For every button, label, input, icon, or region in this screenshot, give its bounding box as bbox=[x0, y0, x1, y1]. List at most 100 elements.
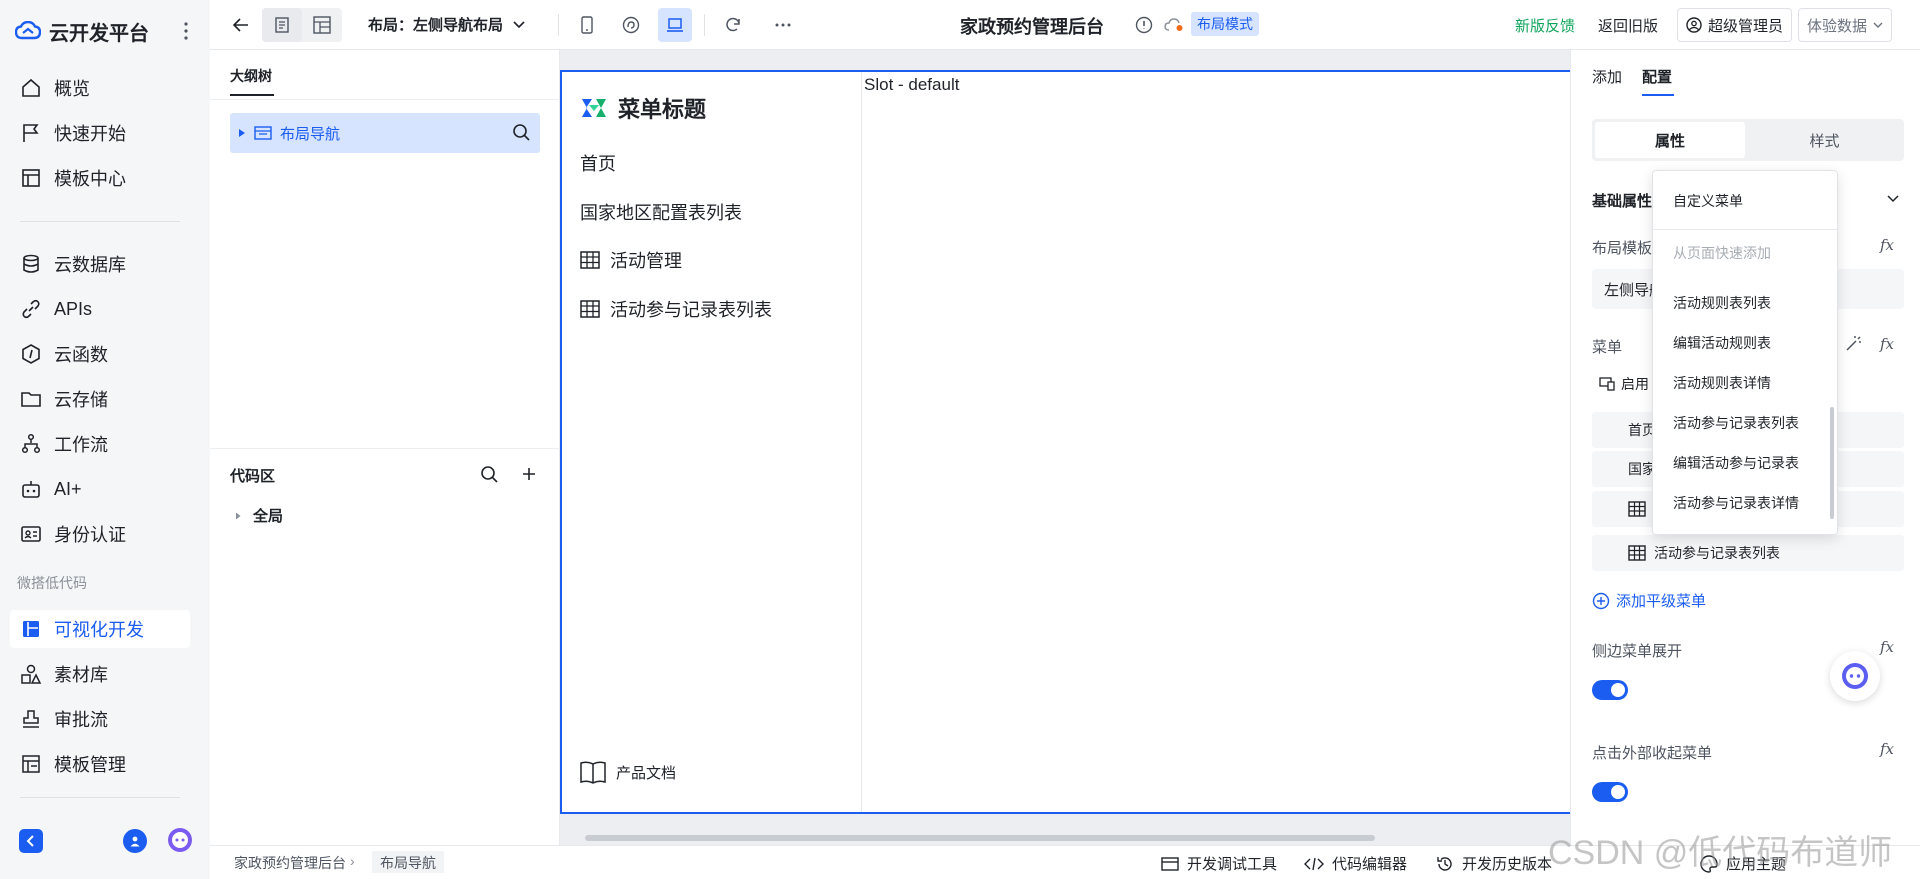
tool-label: 代码编辑器 bbox=[1332, 856, 1408, 873]
assistant-icon bbox=[1842, 663, 1868, 689]
app-info-button[interactable] bbox=[1127, 8, 1161, 42]
horizontal-scrollbar[interactable] bbox=[585, 835, 1375, 841]
miniprogram-preview-button[interactable] bbox=[614, 8, 648, 42]
breadcrumb-component[interactable]: 布局导航 bbox=[372, 851, 444, 873]
tab-config[interactable]: 配置 bbox=[1642, 66, 1672, 87]
fx-icon[interactable]: fx bbox=[1880, 236, 1894, 254]
more-button[interactable] bbox=[766, 8, 800, 42]
dropdown-item-custom-menu[interactable]: 自定义菜单 bbox=[1673, 191, 1743, 211]
code-editor-button[interactable]: 代码编辑器 bbox=[1304, 853, 1407, 874]
chevron-down-icon[interactable] bbox=[1887, 195, 1899, 203]
dropdown-item[interactable]: 编辑活动规则表 bbox=[1673, 333, 1771, 353]
sidebar-item-auth[interactable]: 身份认证 bbox=[10, 515, 190, 553]
menu-item-home[interactable]: 首页 bbox=[580, 150, 616, 176]
outline-panel: 大纲树 布局导航 代码区 全局 bbox=[210, 50, 560, 845]
user-menu-button[interactable]: 超级管理员 bbox=[1677, 8, 1793, 42]
caret-right-icon[interactable] bbox=[235, 512, 241, 520]
sidebar-item-database[interactable]: 云数据库 bbox=[10, 245, 190, 283]
back-old-version-link[interactable]: 返回旧版 bbox=[1598, 15, 1658, 36]
menu-item-activity-records[interactable]: 活动参与记录表列表 bbox=[580, 296, 772, 322]
property-style-switch: 属性 样式 bbox=[1592, 119, 1904, 161]
tab-outline-tree[interactable]: 大纲树 bbox=[230, 66, 272, 86]
new-feedback-link[interactable]: 新版反馈 bbox=[1515, 15, 1575, 36]
dropdown-item[interactable]: 编辑活动参与记录表 bbox=[1673, 453, 1799, 473]
book-icon bbox=[580, 761, 606, 784]
fx-icon[interactable]: fx bbox=[1880, 740, 1894, 758]
slot-placeholder[interactable]: Slot - default bbox=[864, 75, 959, 95]
dev-tools-button[interactable]: 开发调试工具 bbox=[1161, 853, 1277, 874]
layout-grid-icon bbox=[313, 16, 331, 34]
devtools-icon bbox=[1161, 856, 1179, 871]
sidebar-item-approval[interactable]: 审批流 bbox=[10, 700, 190, 738]
tab-underline bbox=[1642, 94, 1674, 96]
segment-properties[interactable]: 属性 bbox=[1595, 122, 1745, 158]
code-search-button[interactable] bbox=[478, 463, 500, 485]
tree-node-global[interactable]: 全局 bbox=[235, 505, 283, 526]
dropdown-item[interactable]: 活动参与记录表详情 bbox=[1673, 493, 1799, 513]
layout-view-button[interactable] bbox=[302, 8, 342, 42]
sidebar-item-ai[interactable]: AI+ bbox=[10, 470, 190, 508]
design-canvas: 菜单标题 首页 国家地区配置表列表 活动管理 活动参与记录表列表 产品文档 Sl… bbox=[560, 50, 1570, 845]
user-avatar-button[interactable] bbox=[123, 829, 147, 853]
sidebar-item-storage[interactable]: 云存储 bbox=[10, 380, 190, 418]
desktop-preview-button[interactable] bbox=[658, 8, 692, 42]
tool-label: 开发历史版本 bbox=[1462, 856, 1553, 873]
cloud-status-button[interactable] bbox=[1157, 8, 1191, 42]
plus-circle-icon bbox=[1592, 592, 1610, 609]
dropdown-item[interactable]: 活动规则表列表 bbox=[1673, 293, 1771, 313]
magic-wand-icon[interactable] bbox=[1845, 334, 1863, 352]
fx-icon[interactable]: fx bbox=[1880, 638, 1894, 656]
dropdown-item[interactable]: 活动规则表详情 bbox=[1673, 373, 1771, 393]
menu-row-label: 活动参与记录表列表 bbox=[1654, 545, 1780, 561]
user-circle-icon bbox=[1686, 17, 1702, 33]
sidebar-item-overview[interactable]: 概览 bbox=[10, 69, 190, 107]
app-title: 家政预约管理后台 bbox=[960, 17, 1104, 37]
sidebar-item-workflow[interactable]: 工作流 bbox=[10, 425, 190, 463]
sidebar-item-visual-dev[interactable]: 可视化开发 bbox=[10, 610, 190, 648]
tree-node-label: 全局 bbox=[253, 508, 284, 525]
sidebar-item-label: 审批流 bbox=[54, 710, 108, 730]
add-sibling-menu-button[interactable]: 添加平级菜单 bbox=[1592, 590, 1706, 611]
brand[interactable]: 云开发平台 bbox=[15, 17, 149, 45]
search-icon[interactable] bbox=[512, 123, 530, 141]
sidebar-item-functions[interactable]: 云函数 bbox=[10, 335, 190, 373]
code-add-button[interactable] bbox=[518, 463, 540, 485]
layout-select[interactable]: 布局：左侧导航布局 bbox=[368, 14, 525, 35]
more-vertical-icon[interactable] bbox=[176, 18, 196, 44]
page-frame[interactable]: 菜单标题 首页 国家地区配置表列表 活动管理 活动参与记录表列表 产品文档 Sl… bbox=[560, 70, 1570, 814]
menu-item-activity-manage[interactable]: 活动管理 bbox=[580, 247, 682, 273]
ai-assistant-icon[interactable] bbox=[166, 826, 194, 854]
assistant-float-button[interactable] bbox=[1830, 651, 1880, 701]
back-button[interactable] bbox=[224, 8, 258, 42]
data-source-select[interactable]: 体验数据 bbox=[1798, 8, 1893, 42]
dropdown-scrollbar[interactable] bbox=[1830, 407, 1834, 519]
mobile-preview-button[interactable] bbox=[570, 8, 604, 42]
collapse-sidebar-button[interactable] bbox=[19, 829, 43, 853]
menu-config-row[interactable]: 活动参与记录表列表 bbox=[1592, 535, 1904, 571]
segment-styles[interactable]: 样式 bbox=[1748, 122, 1901, 158]
sidebar-item-label: 可视化开发 bbox=[54, 620, 144, 640]
history-version-button[interactable]: 开发历史版本 bbox=[1436, 853, 1552, 874]
caret-right-icon[interactable] bbox=[238, 128, 246, 138]
tree-node-label: 布局导航 bbox=[280, 125, 341, 143]
sidebar-item-quickstart[interactable]: 快速开始 bbox=[10, 114, 190, 152]
toolbar-divider bbox=[704, 14, 705, 36]
dropdown-item[interactable]: 活动参与记录表列表 bbox=[1673, 413, 1799, 433]
menu-item-country-config[interactable]: 国家地区配置表列表 bbox=[580, 199, 742, 225]
page-view-button[interactable] bbox=[262, 8, 302, 42]
user-name: 超级管理员 bbox=[1708, 17, 1784, 35]
side-expand-toggle[interactable] bbox=[1592, 680, 1628, 700]
refresh-button[interactable] bbox=[716, 8, 750, 42]
breadcrumb-app[interactable]: 家政预约管理后台 bbox=[226, 851, 354, 873]
sidebar-item-apis[interactable]: APIs bbox=[10, 290, 190, 328]
sidebar-item-assets[interactable]: 素材库 bbox=[10, 655, 190, 693]
tab-add[interactable]: 添加 bbox=[1592, 66, 1622, 87]
user-icon bbox=[130, 836, 140, 847]
tree-node-layout-nav[interactable]: 布局导航 bbox=[230, 113, 540, 153]
sidebar-item-template-manage[interactable]: 模板管理 bbox=[10, 745, 190, 783]
sidebar-item-template-center[interactable]: 模板中心 bbox=[10, 159, 190, 197]
fx-icon[interactable]: fx bbox=[1880, 335, 1894, 353]
click-collapse-toggle[interactable] bbox=[1592, 782, 1628, 802]
product-docs-link[interactable]: 产品文档 bbox=[580, 760, 676, 784]
enable-option[interactable]: 启用 bbox=[1599, 374, 1649, 394]
